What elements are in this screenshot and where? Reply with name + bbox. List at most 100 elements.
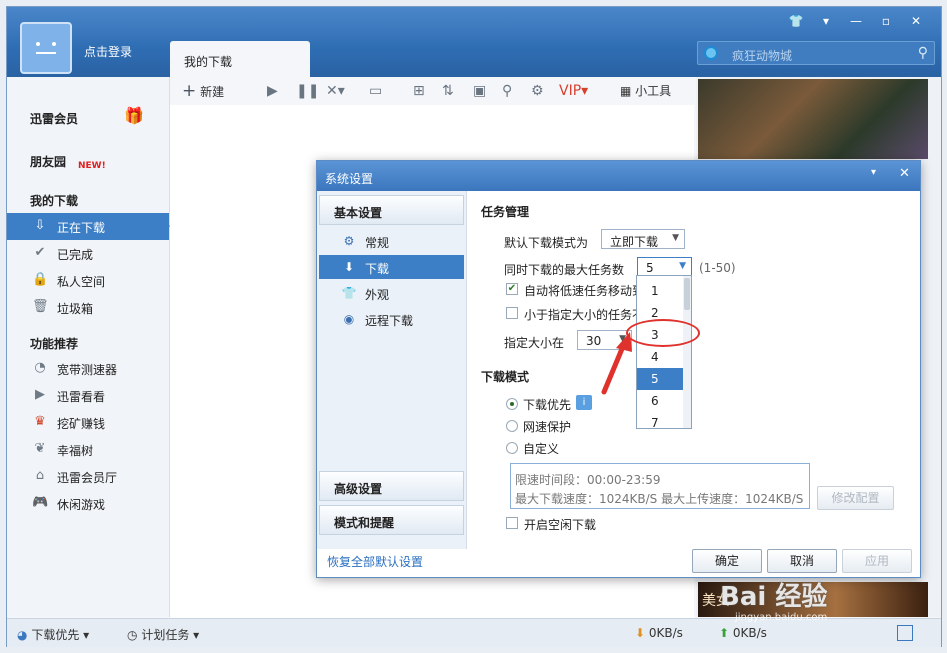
settings-icon[interactable]: ⚙ [531,83,544,99]
start-icon[interactable]: ▶ [267,83,278,99]
dropdown-scrollbar[interactable] [683,276,691,428]
mode-alerts-group[interactable]: 模式和提醒 [319,505,464,535]
mode-priority-radio[interactable] [506,398,518,410]
new-button[interactable]: + 新建 [182,81,224,101]
sidebar-item-mining[interactable]: ♛ 挖矿赚钱 [7,409,169,436]
nav-remote[interactable]: ◉ 远程下载 [319,307,464,331]
search-logo-icon [704,46,718,60]
toolbar: + 新建 ▶ ❚❚ ✕▾ ▭ ⊞ ⇅ ▣ ⚲ ⚙ VIP▾ ▦ 小工具 [170,77,694,106]
new-badge: NEW! [78,161,106,171]
dropdown-option[interactable]: 4 [637,346,683,368]
mode-protect-radio[interactable] [506,420,518,432]
dropdown-option[interactable]: 1 [637,280,683,302]
dialog-menu-icon[interactable]: ▾ [871,167,876,178]
default-mode-select[interactable]: 立即下载 ▼ [601,229,685,249]
dropdown-option-selected[interactable]: 5 [637,368,683,390]
max-tasks-select[interactable]: 5 ▼ [637,257,692,277]
download-icon: ⇩ [34,218,46,233]
sidebar-friends[interactable]: 朋友园 [30,153,66,170]
download-mode-heading: 下载模式 [481,370,530,384]
up-arrow-icon: ⬆ [719,626,730,640]
sidebar-item-kankan[interactable]: ▶ 迅雷看看 [7,382,169,409]
search-task-icon[interactable]: ⚲ [502,83,512,99]
ad-image-top[interactable] [698,79,928,159]
leaf-icon: ❦ [34,441,46,456]
sidebar-item-completed[interactable]: ✔ 已完成 [7,240,169,267]
auto-move-checkbox[interactable]: ✔ [506,283,518,295]
lock-icon: 🔒 [32,272,49,287]
folder-icon[interactable]: ▭ [369,83,382,99]
info-icon[interactable]: i [576,395,592,410]
panel-toggle-icon[interactable] [897,625,913,641]
toolbox-icon: ▦ [620,84,632,98]
chevron-down-icon: ▼ [672,233,679,243]
sidebar-item-games[interactable]: 🎮 休闲游戏 [7,490,169,517]
vip-icon[interactable]: VIP▾ [559,83,588,99]
apply-button[interactable]: 应用 [842,549,912,573]
baidu-watermark: Bai 经验 [720,582,828,612]
download-icon: ⬇ [343,260,355,274]
dropdown-option[interactable]: 7 [637,412,683,428]
tab-my-downloads[interactable]: 我的下载 [170,41,310,77]
max-tasks-dropdown-list: 1 2 3 4 5 6 7 [636,275,692,429]
sidebar-item-happy-tree[interactable]: ❦ 幸福树 [7,436,169,463]
sort-icon[interactable]: ⇅ [442,83,454,99]
scrollbar-thumb[interactable] [684,278,690,310]
task-mgmt-heading: 任务管理 [481,205,530,219]
priority-dropdown[interactable]: ◕ 下载优先 ▾ [17,626,89,643]
restore-defaults-link[interactable]: 恢复全部默认设置 [327,553,423,570]
minimize-icon[interactable]: — [845,13,867,29]
gear-icon: ⚙ [343,234,355,248]
search-input[interactable]: 疯狂动物城 [732,47,792,64]
ok-button[interactable]: 确定 [692,549,762,573]
skin-icon[interactable]: 👕 [785,13,807,29]
speedometer-icon: ◔ [34,360,46,375]
avatar[interactable] [20,22,72,74]
auto-move-label: 自动将低速任务移动到 [524,284,645,298]
sidebar-item-speedtest[interactable]: ◔ 宽带测速器 [7,355,169,382]
max-tasks-label: 同时下载的最大任务数 [504,263,625,277]
search-bar[interactable]: 疯狂动物城 ⚲ [697,41,935,65]
close-icon[interactable]: ✕ [905,13,927,29]
info-icon[interactable]: ▣ [473,83,486,99]
nav-appearance[interactable]: 👕 外观 [319,281,464,305]
tools-button[interactable]: ▦ 小工具 [620,82,671,99]
crown-icon: ♛ [34,414,46,429]
chevron-down-icon: ▼ [679,261,686,271]
mode-custom-radio[interactable] [506,442,518,454]
grid-icon[interactable]: ⊞ [413,83,425,99]
basic-settings-group[interactable]: 基本设置 [319,195,464,225]
dialog-nav: 基本设置 ⚙ 常规 ⬇ 下载 👕 外观 ◉ 远程下载 高级设置 模式和提醒 [317,191,467,549]
mode-protect-label: 网速保护 [523,420,572,434]
features-heading: 功能推荐 [30,337,79,351]
login-link[interactable]: 点击登录 [84,43,132,60]
gift-icon[interactable]: 🎁 [124,106,144,125]
schedule-dropdown[interactable]: ◷ 计划任务 ▾ [127,626,199,643]
search-icon[interactable]: ⚲ [918,45,928,61]
menu-icon[interactable]: ▾ [815,13,837,29]
dialog-title-bar: 系统设置 ▾ ✕ [317,161,920,191]
watermark-url: jingyan.baidu.com [735,612,828,623]
down-arrow-icon: ⬇ [635,626,646,640]
sidebar-item-downloading[interactable]: ⇩ 正在下载 [7,213,170,240]
idle-download-checkbox[interactable] [506,517,518,529]
dropdown-option[interactable]: 6 [637,390,683,412]
maximize-icon[interactable]: ▫ [875,13,897,29]
sidebar-item-trash[interactable]: 🗑 垃圾箱 [7,294,169,321]
download-speed: ⬇ 0KB/s [635,626,683,640]
modify-config-button[interactable]: 修改配置 [817,486,894,510]
nav-download[interactable]: ⬇ 下载 [319,255,464,279]
smaller-than-checkbox[interactable] [506,307,518,319]
dialog-close-icon[interactable]: ✕ [899,166,910,181]
nav-general[interactable]: ⚙ 常规 [319,229,464,253]
sidebar-item-private[interactable]: 🔒 私人空间 [7,267,169,294]
pause-icon[interactable]: ❚❚ [296,83,319,99]
advanced-settings-group[interactable]: 高级设置 [319,471,464,501]
mode-custom-label: 自定义 [523,442,560,456]
sidebar-item-vip-hall[interactable]: ⌂ 迅雷会员厅 [7,463,169,490]
cancel-button[interactable]: 取消 [767,549,837,573]
gamepad-icon: 🎮 [32,495,49,510]
sidebar-vip[interactable]: 迅雷会员 [30,110,78,127]
delete-icon[interactable]: ✕▾ [326,83,345,99]
house-icon: ⌂ [35,468,45,483]
